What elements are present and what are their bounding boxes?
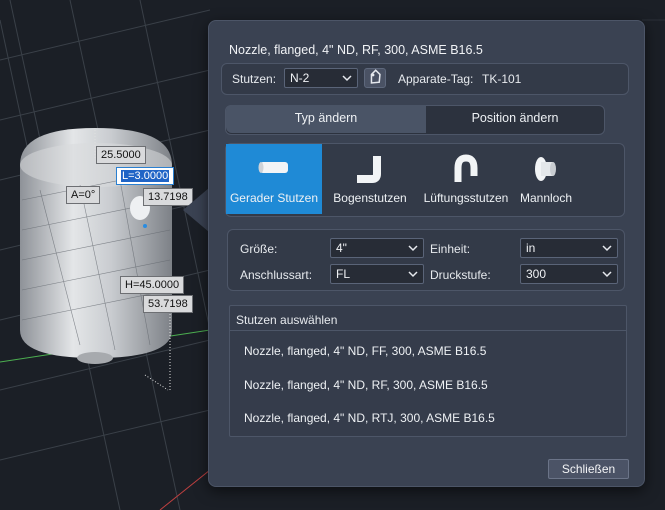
dimension-length-input[interactable]: L=3.0000 bbox=[116, 167, 175, 185]
type-bent-label: Bogenstutzen bbox=[333, 191, 407, 205]
pressure-class-value: 300 bbox=[526, 267, 547, 281]
size-select[interactable]: 4" bbox=[330, 238, 424, 258]
type-vent-label: Lüftungsstutzen bbox=[423, 191, 509, 205]
nozzle-label: Stutzen: bbox=[232, 72, 277, 86]
type-straight-nozzle[interactable]: Gerader Stutzen bbox=[226, 144, 322, 214]
pressure-class-select[interactable]: 300 bbox=[520, 264, 618, 284]
chevron-down-icon bbox=[602, 271, 612, 278]
tag-icon bbox=[370, 69, 381, 84]
unit-label: Einheit: bbox=[430, 242, 471, 256]
connection-type-value: FL bbox=[336, 267, 351, 281]
nozzle-parameters: Größe: 4" Einheit: in Anschlussart: FL D… bbox=[227, 229, 625, 291]
dimension-angle[interactable]: A=0° bbox=[66, 186, 101, 204]
close-button[interactable]: Schließen bbox=[548, 459, 629, 479]
tag-button[interactable] bbox=[364, 68, 386, 88]
unit-select[interactable]: in bbox=[520, 238, 618, 258]
nozzle-info-row: Stutzen: N-2 Apparate-Tag: TK-101 bbox=[221, 63, 629, 95]
manhole-icon bbox=[535, 157, 556, 181]
unit-value: in bbox=[526, 241, 536, 255]
type-straight-label: Gerader Stutzen bbox=[229, 191, 319, 205]
equipment-tag-value: TK-101 bbox=[482, 72, 522, 86]
dimension-total-height[interactable]: 53.7198 bbox=[143, 295, 193, 313]
type-manhole[interactable]: Mannloch bbox=[514, 144, 578, 214]
chevron-down-icon bbox=[602, 245, 612, 252]
equipment-tag-label: Apparate-Tag: bbox=[398, 72, 474, 86]
chevron-down-icon bbox=[342, 75, 352, 82]
list-item[interactable]: Nozzle, flanged, 4" ND, RTJ, 300, ASME B… bbox=[244, 411, 495, 425]
dimension-length-value[interactable]: L=3.0000 bbox=[121, 170, 170, 182]
type-vent-nozzle[interactable]: Lüftungsstutzen bbox=[418, 144, 514, 214]
pressure-class-label: Druckstufe: bbox=[430, 268, 491, 282]
dialog-pointer bbox=[183, 188, 209, 232]
list-item[interactable]: Nozzle, flanged, 4" ND, FF, 300, ASME B1… bbox=[244, 344, 486, 358]
nozzle-list: Stutzen auswählen Nozzle, flanged, 4" ND… bbox=[229, 305, 627, 437]
nozzle-type-selector: Gerader Stutzen Bogenstutzen Lüftungsstu… bbox=[225, 143, 625, 217]
type-bent-nozzle[interactable]: Bogenstutzen bbox=[322, 144, 418, 214]
type-manhole-label: Mannloch bbox=[519, 191, 573, 205]
tab-change-type[interactable]: Typ ändern bbox=[226, 105, 426, 133]
size-label: Größe: bbox=[240, 242, 278, 256]
nozzle-properties-dialog: Nozzle, flanged, 4" ND, RF, 300, ASME B1… bbox=[208, 20, 645, 487]
bent-nozzle-icon bbox=[357, 156, 381, 183]
straight-nozzle-icon bbox=[258, 162, 288, 173]
dimension-height-top[interactable]: 25.5000 bbox=[96, 146, 146, 164]
chevron-down-icon bbox=[408, 271, 418, 278]
chevron-down-icon bbox=[408, 245, 418, 252]
tab-change-position[interactable]: Position ändern bbox=[426, 105, 604, 133]
nozzle-list-header: Stutzen auswählen bbox=[230, 306, 626, 331]
connection-type-select[interactable]: FL bbox=[330, 264, 424, 284]
dialog-title: Nozzle, flanged, 4" ND, RF, 300, ASME B1… bbox=[229, 43, 483, 57]
size-value: 4" bbox=[336, 241, 347, 255]
vent-nozzle-icon bbox=[454, 154, 478, 182]
nozzle-select-value: N-2 bbox=[290, 71, 310, 85]
nozzle-select[interactable]: N-2 bbox=[284, 68, 358, 88]
mode-tabs: Typ ändern Position ändern bbox=[225, 105, 605, 135]
dimension-height[interactable]: H=45.0000 bbox=[120, 276, 185, 294]
connection-type-label: Anschlussart: bbox=[240, 268, 313, 282]
nozzle-list-title: Stutzen auswählen bbox=[236, 313, 338, 327]
list-item[interactable]: Nozzle, flanged, 4" ND, RF, 300, ASME B1… bbox=[244, 378, 488, 392]
